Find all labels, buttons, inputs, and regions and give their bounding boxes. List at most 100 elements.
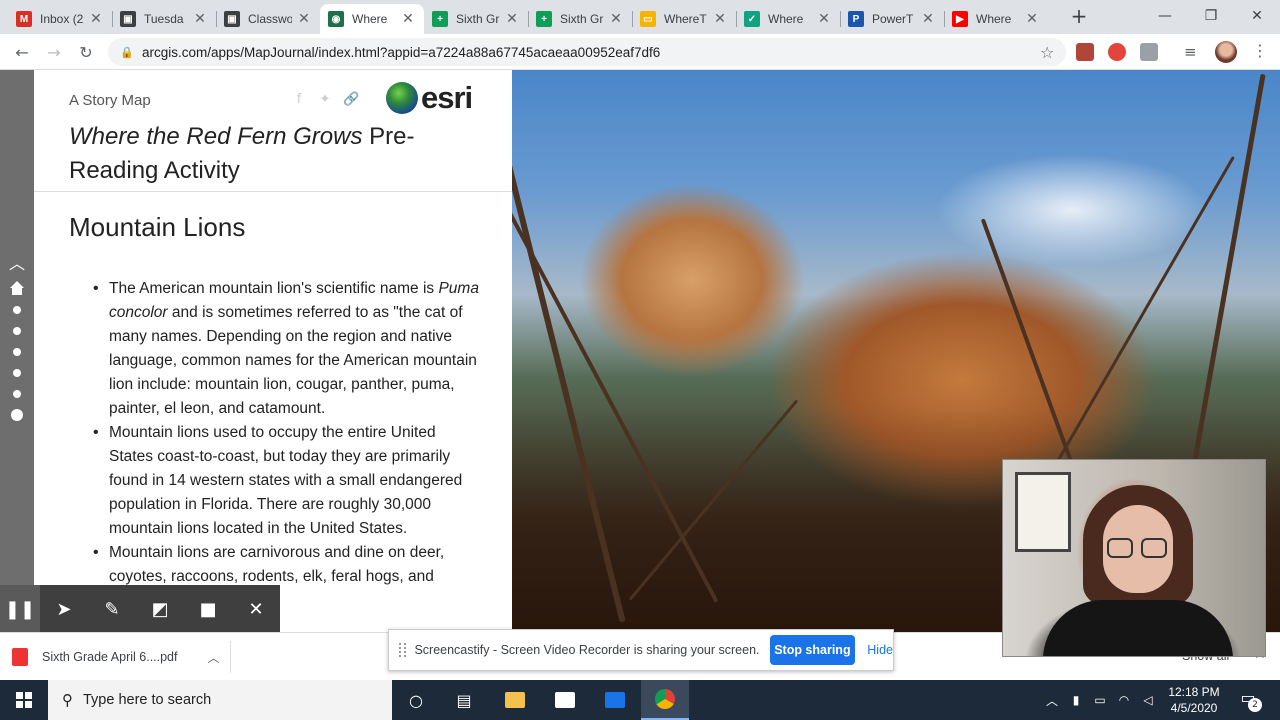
tab-title: Where — [976, 12, 1012, 26]
browser-tab[interactable]: ▣ Classwo ✕ — [216, 4, 320, 34]
restore-button[interactable]: ❐ — [1188, 0, 1234, 32]
camera-icon[interactable]: ■ — [184, 585, 232, 633]
screen-sharing-bar: Screencastify - Screen Video Recorder is… — [388, 629, 894, 671]
battery-icon[interactable]: ▭ — [1088, 693, 1112, 707]
browser-tab[interactable]: ✓ Where ✕ — [736, 4, 840, 34]
globe-icon: ◉ — [328, 11, 344, 27]
address-bar[interactable]: 🔒 arcgis.com/apps/MapJournal/index.html?… — [108, 38, 1066, 66]
browser-tab[interactable]: + Sixth Gr ✕ — [528, 4, 632, 34]
extension-icon[interactable] — [1140, 43, 1158, 61]
download-item[interactable]: Sixth Grade April 6....pdf ︿ — [12, 643, 220, 671]
webcam-overlay — [1002, 459, 1266, 657]
taskbar-search[interactable]: ⚲ Type here to search — [48, 680, 392, 720]
tab-title: Where — [768, 12, 804, 26]
hide-button[interactable]: Hide — [867, 643, 893, 657]
section-dot[interactable] — [13, 306, 21, 314]
twitter-share-icon[interactable]: ✦ — [317, 92, 333, 108]
story-title: Where the Red Fern Grows Pre-Reading Act… — [69, 120, 469, 188]
classroom-icon: ▣ — [224, 11, 240, 27]
search-icon: ⚲ — [62, 691, 73, 709]
profile-avatar[interactable] — [1215, 41, 1237, 63]
link-share-icon[interactable]: 🔗 — [343, 92, 359, 108]
browser-tab[interactable]: ▭ WhereT ✕ — [632, 4, 736, 34]
cursor-icon[interactable]: ➤ — [40, 585, 88, 633]
close-tab-icon[interactable]: ✕ — [920, 11, 936, 27]
bullet-item: The American mountain lion's scientific … — [93, 277, 481, 421]
chevron-up-icon[interactable]: ︿ — [5, 250, 29, 273]
url-text[interactable]: arcgis.com/apps/MapJournal/index.html?ap… — [142, 45, 1040, 60]
tab-title: Sixth Gr — [456, 12, 500, 26]
clock-time: 12:18 PM — [1168, 685, 1220, 699]
close-tab-icon[interactable]: ✕ — [88, 11, 104, 27]
eraser-icon[interactable]: ◩ — [136, 585, 184, 633]
close-tab-icon[interactable]: ✕ — [504, 11, 520, 27]
tab-title: Sixth Gr — [560, 12, 604, 26]
bullet-item: Mountain lions are carnivorous and dine … — [93, 541, 481, 589]
close-icon[interactable]: ✕ — [232, 585, 280, 633]
task-view-icon[interactable]: ▤ — [440, 680, 488, 720]
forward-button[interactable]: → — [42, 40, 66, 64]
media-control-icon[interactable]: ≡ — [1184, 43, 1202, 61]
browser-tab[interactable]: ▣ Tuesda ✕ — [112, 4, 216, 34]
pause-icon[interactable]: ❚❚ — [0, 585, 40, 633]
bullet-text: Mountain lions used to occupy the entire… — [109, 424, 463, 537]
store-icon[interactable] — [541, 680, 589, 720]
powerpoint-icon: P — [848, 11, 864, 27]
browser-toolbar: ← → ↻ 🔒 arcgis.com/apps/MapJournal/index… — [0, 34, 1280, 70]
browser-tab[interactable]: P PowerT ✕ — [840, 4, 944, 34]
chrome-taskbar-icon[interactable] — [641, 680, 689, 720]
section-dot-current[interactable] — [11, 409, 23, 421]
close-tab-icon[interactable]: ✕ — [192, 11, 208, 27]
screencastify-toolbar: ❚❚ ➤ ✎ ◩ ■ ✕ — [0, 585, 280, 633]
notification-badge: 2 — [1248, 698, 1262, 712]
lock-icon: 🔒 — [120, 45, 134, 59]
chevron-up-icon[interactable]: ︿ — [208, 649, 220, 666]
browser-tab[interactable]: + Sixth Gr ✕ — [424, 4, 528, 34]
mail-icon[interactable] — [591, 680, 639, 720]
home-icon[interactable] — [9, 280, 25, 296]
chevron-up-icon[interactable]: ︿ — [1040, 692, 1064, 709]
tab-title: PowerT — [872, 12, 914, 26]
chrome-menu-icon[interactable]: ⋮ — [1252, 40, 1268, 64]
drag-handle[interactable] — [399, 643, 407, 657]
cortana-icon[interactable]: ○ — [392, 680, 440, 720]
file-explorer-icon[interactable] — [491, 680, 539, 720]
close-tab-icon[interactable]: ✕ — [296, 11, 312, 27]
screencastify-extension-icon[interactable] — [1108, 43, 1126, 61]
browser-tab[interactable]: M Inbox (2 ✕ — [8, 4, 112, 34]
story-subtitle: A Story Map — [69, 92, 151, 109]
browser-tab[interactable]: ▶ Where ✕ — [944, 4, 1048, 34]
section-dot[interactable] — [13, 327, 21, 335]
bookmark-star-icon[interactable]: ☆ — [1040, 43, 1066, 62]
reload-button[interactable]: ↻ — [74, 40, 98, 64]
volume-icon[interactable]: ◁ — [1136, 693, 1160, 707]
stop-sharing-button[interactable]: Stop sharing — [769, 635, 856, 665]
pen-icon[interactable]: ✎ — [88, 585, 136, 633]
story-side-panel: A Story Map f ✦ 🔗 esri Where the Red Fer… — [34, 70, 512, 632]
pdf-extension-icon[interactable] — [1076, 43, 1094, 61]
microphone-icon[interactable]: ▮ — [1064, 693, 1088, 707]
clock[interactable]: 12:18 PM 4/5/2020 — [1163, 684, 1225, 716]
facebook-share-icon[interactable]: f — [291, 92, 307, 108]
wifi-icon[interactable]: ◠ — [1112, 693, 1136, 707]
notification-icon[interactable]: ▭ 2 — [1236, 688, 1262, 712]
new-tab-button[interactable]: + — [1068, 6, 1090, 28]
close-tab-icon[interactable]: ✕ — [816, 11, 832, 27]
divider — [230, 641, 231, 673]
minimize-button[interactable]: — — [1142, 0, 1188, 32]
section-dot[interactable] — [13, 369, 21, 377]
browser-tab-active[interactable]: ◉ Where ✕ — [320, 4, 424, 34]
section-dot[interactable] — [13, 348, 21, 356]
close-tab-icon[interactable]: ✕ — [400, 11, 416, 27]
story-nav-rail: ︿ — [0, 70, 34, 632]
close-window-button[interactable]: ✕ — [1234, 0, 1280, 32]
gmail-icon: M — [16, 11, 32, 27]
start-button[interactable] — [0, 680, 48, 720]
close-tab-icon[interactable]: ✕ — [608, 11, 624, 27]
close-tab-icon[interactable]: ✕ — [712, 11, 728, 27]
close-tab-icon[interactable]: ✕ — [1024, 11, 1040, 27]
section-dot[interactable] — [13, 390, 21, 398]
esri-logo[interactable]: esri — [386, 80, 473, 115]
tab-title: WhereT — [664, 12, 707, 26]
back-button[interactable]: ← — [10, 40, 34, 64]
